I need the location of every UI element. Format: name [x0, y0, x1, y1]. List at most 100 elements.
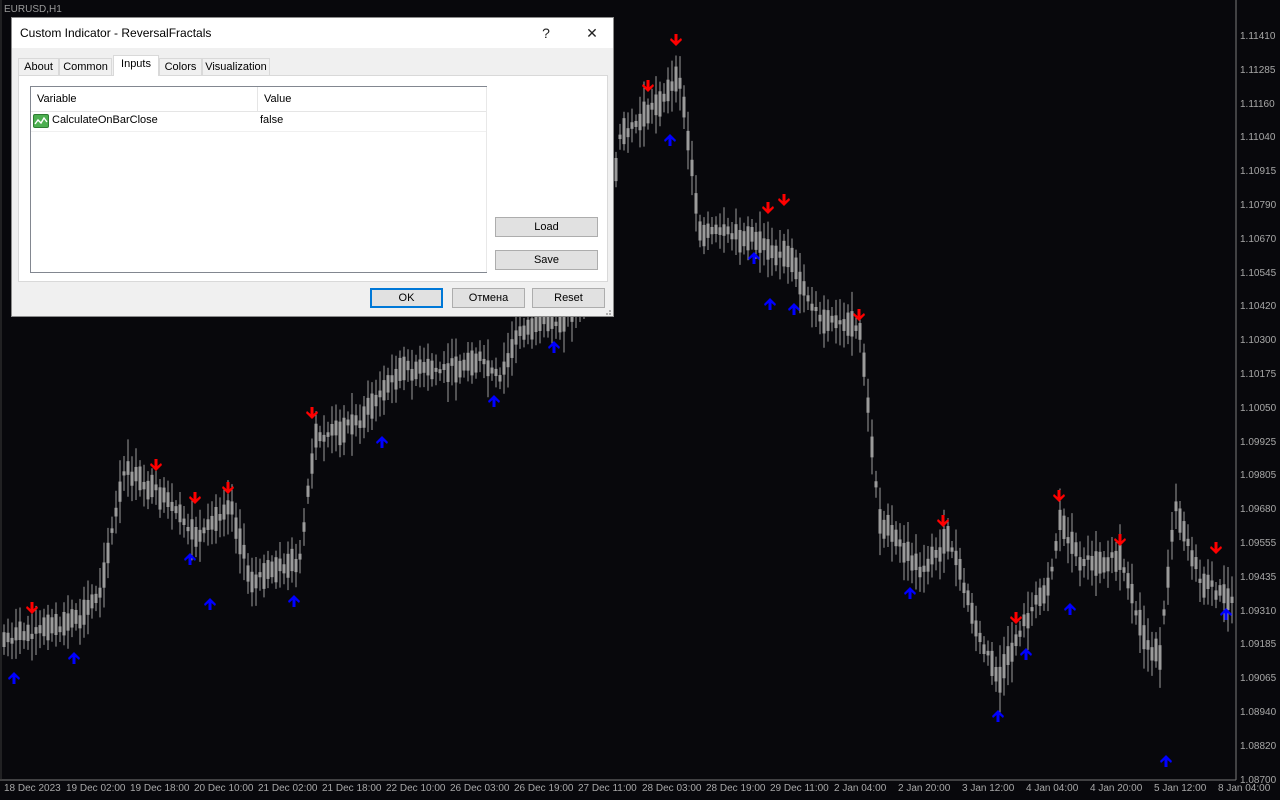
candle-body — [234, 517, 238, 539]
candle-body — [266, 560, 270, 579]
candle-body — [706, 223, 710, 238]
grid-right-border — [486, 87, 487, 272]
dialog-titlebar[interactable]: Custom Indicator - ReversalFractals ? ✕ — [12, 18, 613, 48]
candle-body — [666, 79, 670, 102]
candle-body — [14, 627, 18, 641]
candle-body — [1106, 557, 1110, 572]
column-header-value[interactable]: Value — [258, 87, 486, 111]
candle-body — [654, 94, 658, 116]
candle-body — [74, 609, 78, 624]
candle-body — [122, 471, 126, 476]
candle-body — [526, 319, 530, 335]
tab-inputs[interactable]: Inputs — [113, 55, 159, 76]
candle-body — [1146, 640, 1150, 650]
candle-body — [454, 356, 458, 383]
candle-body — [282, 564, 286, 574]
candle-body — [114, 507, 118, 517]
candle-body — [450, 358, 454, 366]
time-tick-label: 27 Dec 11:00 — [578, 783, 637, 794]
candle-body — [774, 245, 778, 266]
candle-body — [634, 120, 638, 127]
cancel-button[interactable]: Отмена — [452, 288, 525, 308]
candle-body — [470, 350, 474, 376]
chart-symbol-label: EURUSD,H1 — [4, 4, 62, 15]
candle-body — [894, 529, 898, 547]
close-button[interactable]: ✕ — [580, 22, 604, 44]
candle-body — [2, 632, 6, 648]
candle-body — [1066, 537, 1070, 544]
param-name-cell: CalculateOnBarClose — [52, 114, 158, 126]
candle-body — [474, 353, 478, 373]
ok-button[interactable]: OK — [370, 288, 443, 308]
candle-body — [1186, 538, 1190, 547]
candle-body — [410, 368, 414, 381]
candle-body — [46, 614, 50, 641]
candle-body — [362, 406, 366, 428]
tab-common[interactable]: Common — [59, 58, 112, 75]
candle-body — [1150, 647, 1154, 661]
candle-body — [1162, 609, 1166, 616]
candle-body — [414, 361, 418, 380]
save-button[interactable]: Save — [495, 250, 598, 270]
candle-body — [338, 421, 342, 446]
inputs-tab-panel: Variable Value CalculateOnBarClose false… — [18, 75, 608, 282]
candle-body — [1094, 551, 1098, 576]
candle-body — [490, 367, 494, 374]
candle-body — [126, 461, 130, 475]
candle-body — [146, 480, 150, 500]
candle-body — [1182, 521, 1186, 542]
candle-body — [750, 227, 754, 242]
load-button[interactable]: Load — [495, 217, 598, 237]
price-tick-label: 1.10050 — [1240, 402, 1277, 414]
time-tick-label: 2 Jan 20:00 — [898, 783, 951, 794]
candle-body — [314, 423, 318, 448]
param-value-cell[interactable]: false — [260, 114, 283, 126]
reset-button[interactable]: Reset — [532, 288, 605, 308]
candle-body — [934, 549, 938, 558]
candle-body — [866, 397, 870, 413]
time-tick-label: 5 Jan 12:00 — [1154, 783, 1207, 794]
tab-about[interactable]: About — [18, 58, 59, 75]
help-button[interactable]: ? — [534, 22, 558, 44]
price-tick-label: 1.10175 — [1240, 369, 1277, 380]
price-tick-label: 1.08940 — [1240, 707, 1277, 718]
candle-body — [938, 547, 942, 562]
price-tick-label: 1.10670 — [1240, 233, 1277, 245]
candle-body — [26, 624, 30, 642]
candle-body — [190, 519, 194, 540]
candle-body — [42, 617, 46, 637]
tab-visualization[interactable]: Visualization — [202, 58, 270, 75]
candle-body — [714, 224, 718, 234]
candle-body — [210, 515, 214, 530]
candle-body — [154, 484, 158, 491]
candle-body — [358, 420, 362, 428]
resize-grip-icon[interactable] — [602, 306, 612, 316]
table-row[interactable]: CalculateOnBarClose false — [31, 111, 486, 132]
candle-body — [858, 323, 862, 340]
candle-body — [1134, 610, 1138, 616]
candle-body — [738, 229, 742, 253]
column-header-variable[interactable]: Variable — [31, 87, 257, 111]
price-tick-label: 1.11285 — [1240, 64, 1276, 76]
candle-body — [786, 245, 790, 268]
candle-body — [1126, 573, 1130, 589]
candle-body — [734, 224, 738, 240]
candle-body — [430, 360, 434, 380]
candle-body — [838, 320, 842, 325]
inputs-grid[interactable]: Variable Value CalculateOnBarClose false — [30, 86, 487, 273]
candle-body — [1194, 557, 1198, 570]
candle-body — [1078, 557, 1082, 571]
candle-body — [130, 471, 134, 486]
grid-header: Variable Value — [31, 87, 486, 112]
time-tick-label: 20 Dec 10:00 — [194, 783, 254, 794]
candle-body — [382, 380, 386, 401]
candle-body — [1030, 607, 1034, 612]
tab-colors[interactable]: Colors — [159, 58, 202, 75]
candle-body — [102, 562, 106, 588]
candle-body — [1114, 550, 1118, 572]
candle-body — [214, 506, 218, 531]
candle-body — [1006, 646, 1010, 666]
candle-body — [486, 360, 490, 377]
candle-body — [658, 91, 662, 117]
candle-body — [1222, 584, 1226, 604]
